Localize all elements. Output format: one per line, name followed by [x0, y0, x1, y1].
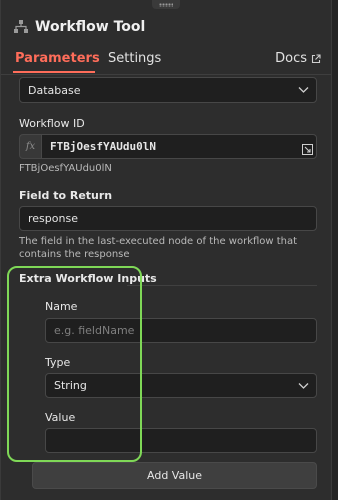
fx-icon: fx	[19, 134, 41, 159]
source-select[interactable]: Database	[19, 77, 317, 103]
value-label: Value	[45, 411, 76, 424]
field-to-return-input[interactable]: response	[19, 206, 317, 231]
section-divider	[127, 285, 317, 286]
tab-parameters[interactable]: Parameters	[15, 51, 100, 66]
extra-inputs-title: Extra Workflow Inputs	[19, 272, 157, 285]
field-to-return-hint: The field in the last-executed node of t…	[19, 236, 298, 260]
name-input[interactable]: e.g. fieldName	[45, 318, 317, 343]
name-placeholder: e.g. fieldName	[54, 324, 135, 337]
workflow-id-value: FTBjOesfYAUdu0lN	[50, 140, 156, 153]
workflow-node-icon	[14, 20, 28, 33]
panel-title: Workflow Tool	[35, 19, 146, 35]
node-settings-panel: Workflow Tool Parameters Settings Docs D…	[0, 0, 332, 500]
source-select-value: Database	[28, 83, 81, 97]
drag-dots-icon	[159, 2, 173, 7]
docs-link[interactable]: Docs	[275, 51, 321, 66]
type-select[interactable]: String	[45, 373, 317, 398]
external-link-icon	[311, 53, 321, 63]
workflow-id-label: Workflow ID	[19, 117, 85, 130]
value-input[interactable]	[45, 428, 317, 453]
type-label: Type	[45, 356, 71, 369]
name-label: Name	[45, 300, 78, 313]
chevron-down-icon	[298, 87, 309, 93]
add-value-label: Add Value	[147, 469, 202, 482]
field-to-return-label: Field to Return	[19, 189, 113, 202]
type-select-value: String	[54, 379, 87, 392]
drag-handle[interactable]	[152, 0, 180, 9]
workflow-id-preview: FTBjOesfYAUdu0lN	[19, 163, 112, 174]
field-to-return-value: response	[28, 212, 78, 225]
docs-label: Docs	[275, 51, 307, 66]
panel-header: Workflow Tool	[13, 19, 145, 35]
tab-bar: Parameters Settings Docs	[1, 44, 331, 75]
chevron-down-icon	[298, 382, 309, 389]
expand-editor-icon[interactable]	[302, 144, 313, 155]
tab-settings[interactable]: Settings	[108, 51, 161, 66]
active-tab-indicator	[13, 71, 95, 73]
workflow-id-expression-input[interactable]: FTBjOesfYAUdu0lN	[41, 134, 317, 159]
add-value-button[interactable]: Add Value	[32, 462, 317, 489]
